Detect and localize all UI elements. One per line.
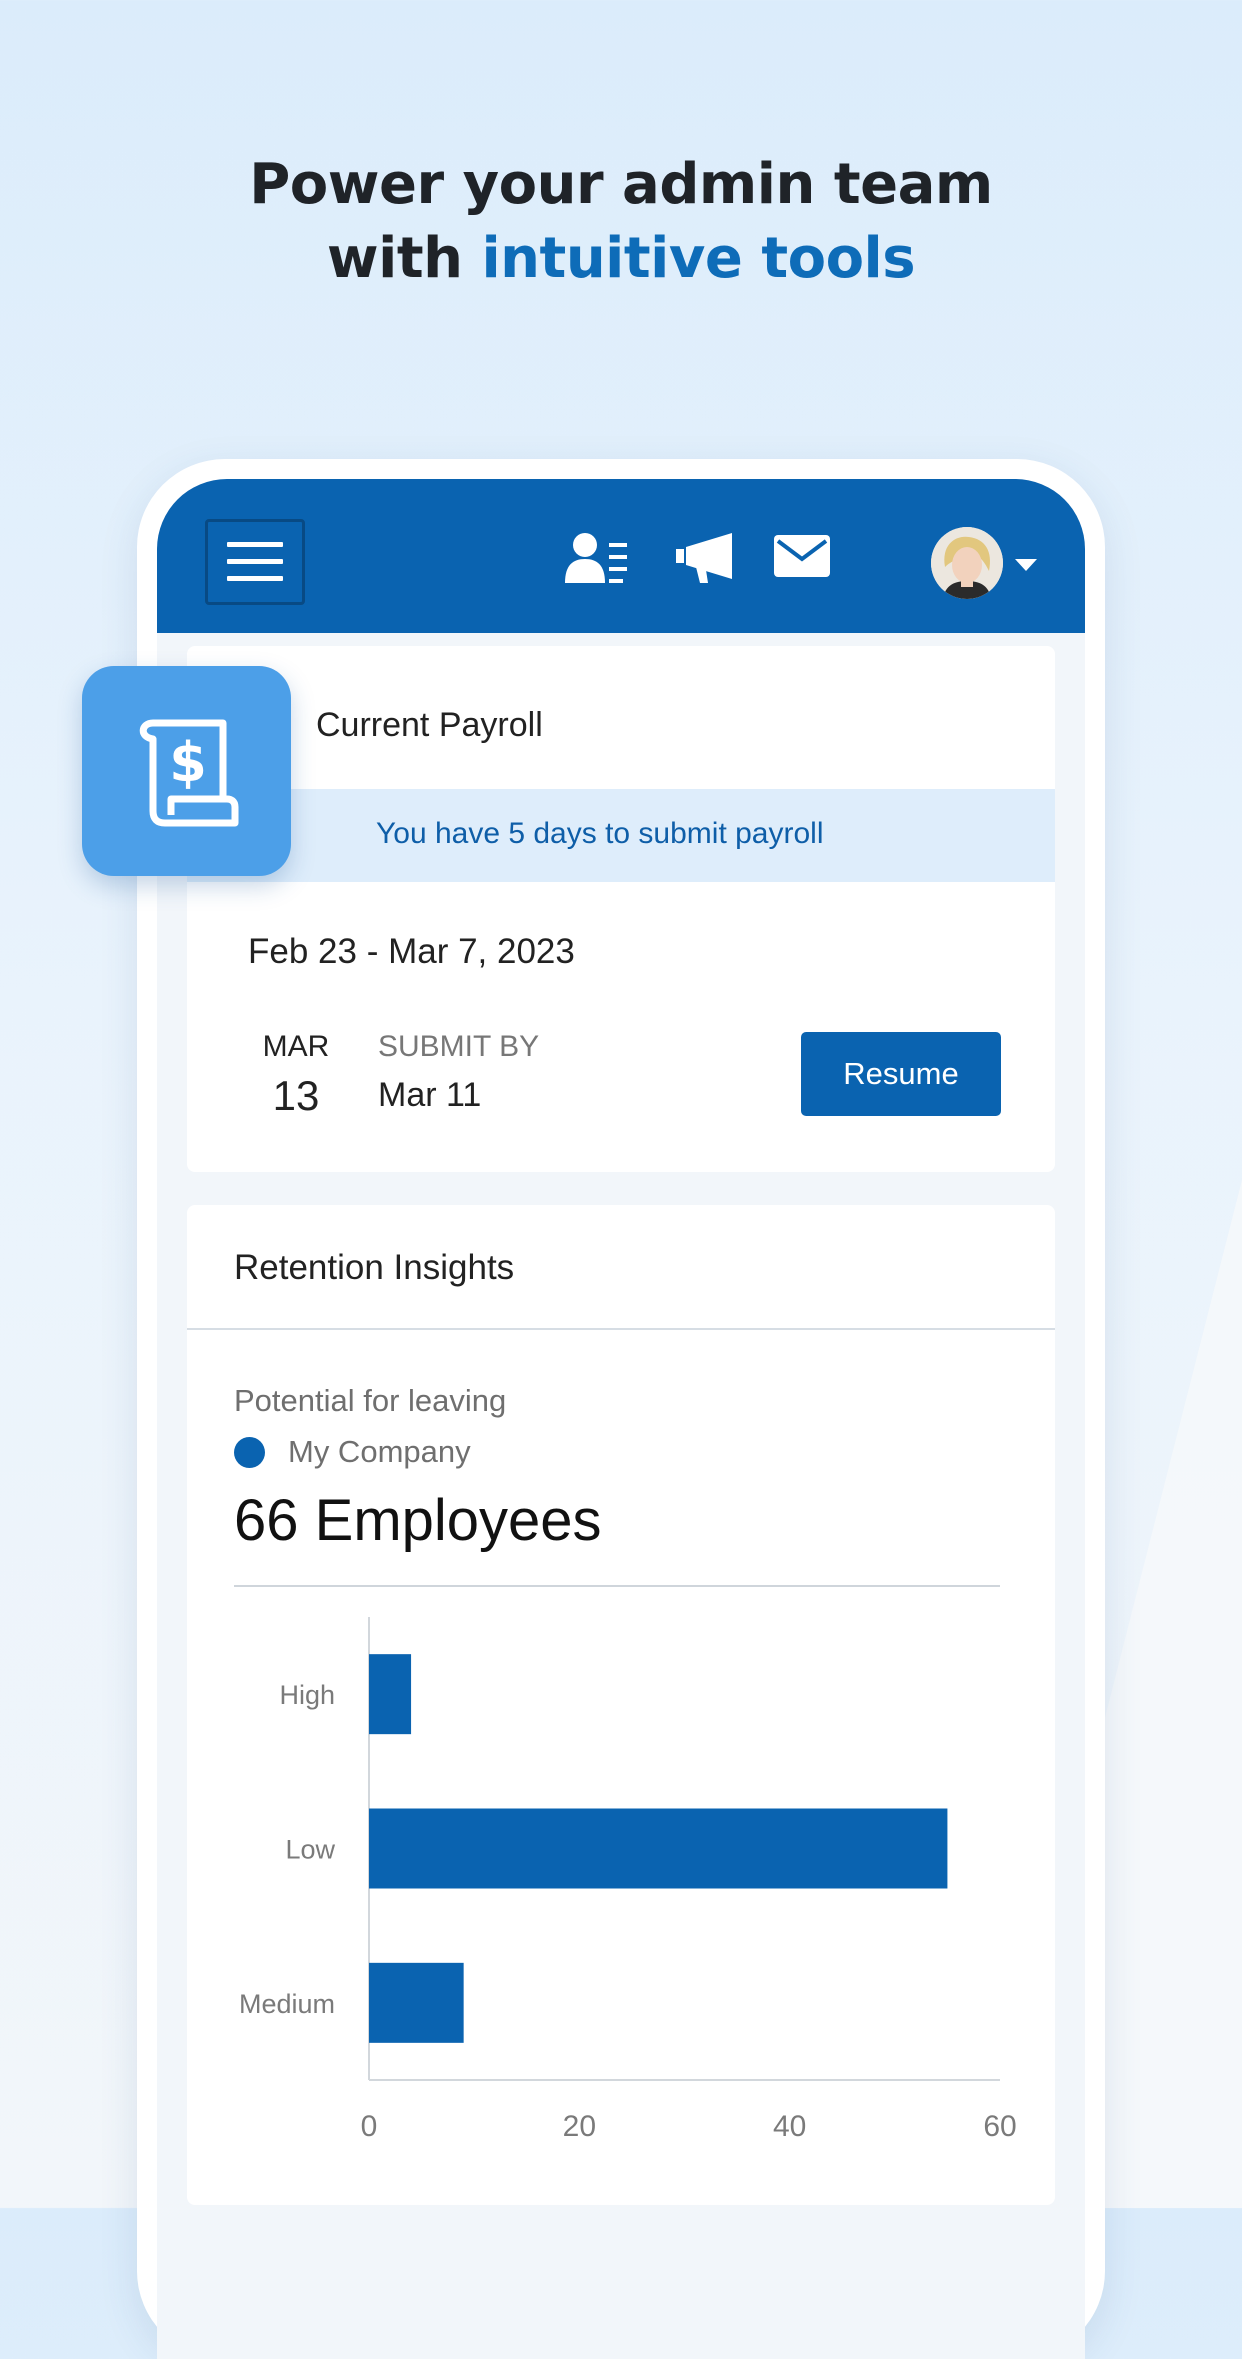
payroll-document-dollar-icon: $ xyxy=(139,719,238,827)
app-bar xyxy=(157,479,1085,633)
retention-insights-card xyxy=(187,1205,1055,2205)
menu-icon xyxy=(227,542,283,581)
mail-icon[interactable] xyxy=(774,535,830,577)
megaphone-icon[interactable] xyxy=(676,531,736,585)
submit-by-date: Mar 11 xyxy=(378,1076,482,1114)
chevron-down-icon[interactable] xyxy=(1015,559,1037,571)
payroll-card-title: Current Payroll xyxy=(316,706,543,744)
retention-divider xyxy=(187,1328,1055,1330)
headline-line-1: Power your admin team xyxy=(249,152,993,217)
retention-subtitle: Potential for leaving xyxy=(234,1383,507,1418)
employee-count: 66 Employees xyxy=(234,1488,602,1553)
headline-line-2: with intuitive tools xyxy=(0,222,1242,296)
payroll-notice-text: You have 5 days to submit payroll xyxy=(376,817,824,850)
payroll-icon-tile: $ xyxy=(82,666,291,876)
svg-text:$: $ xyxy=(169,731,207,794)
avatar-photo xyxy=(931,527,1003,599)
employee-directory-icon[interactable] xyxy=(565,531,627,585)
legend-label: My Company xyxy=(288,1434,471,1469)
retention-card-title: Retention Insights xyxy=(234,1248,515,1287)
submit-by-label: SUBMIT BY xyxy=(378,1030,540,1063)
count-divider xyxy=(234,1585,1000,1587)
payroll-period: Feb 23 - Mar 7, 2023 xyxy=(248,932,575,971)
pay-date-day: 13 xyxy=(272,1072,320,1119)
headline: Power your admin team with intuitive too… xyxy=(0,148,1242,296)
headline-accent: intuitive tools xyxy=(481,226,916,291)
avatar[interactable] xyxy=(931,527,1003,599)
legend-dot xyxy=(234,1437,265,1468)
headline-line-2-prefix: with xyxy=(326,226,482,291)
menu-button[interactable] xyxy=(205,519,305,605)
pay-date-month: MAR xyxy=(262,1030,330,1063)
resume-button[interactable]: Resume xyxy=(801,1032,1001,1116)
